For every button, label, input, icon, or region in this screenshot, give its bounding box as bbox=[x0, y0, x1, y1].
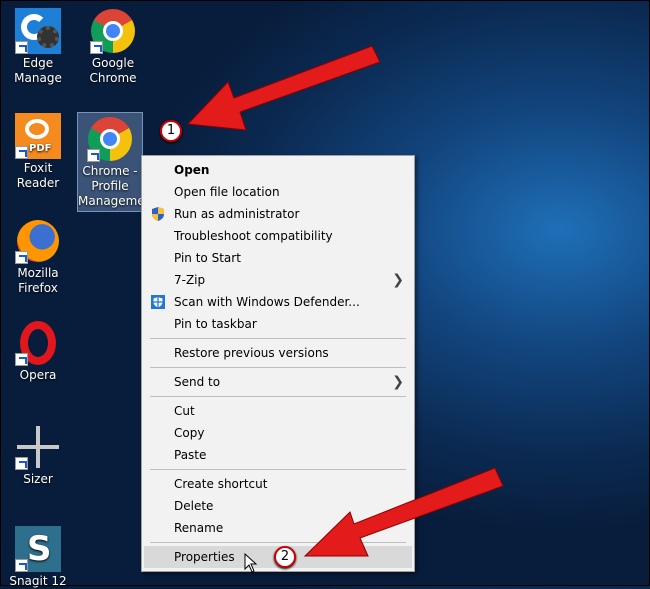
step-1-badge: 1 bbox=[160, 120, 182, 142]
arrow-step-1 bbox=[186, 45, 381, 131]
arrow-step-2 bbox=[303, 467, 504, 557]
step-2-badge: 2 bbox=[274, 546, 296, 568]
annotation-arrows bbox=[186, 45, 504, 557]
